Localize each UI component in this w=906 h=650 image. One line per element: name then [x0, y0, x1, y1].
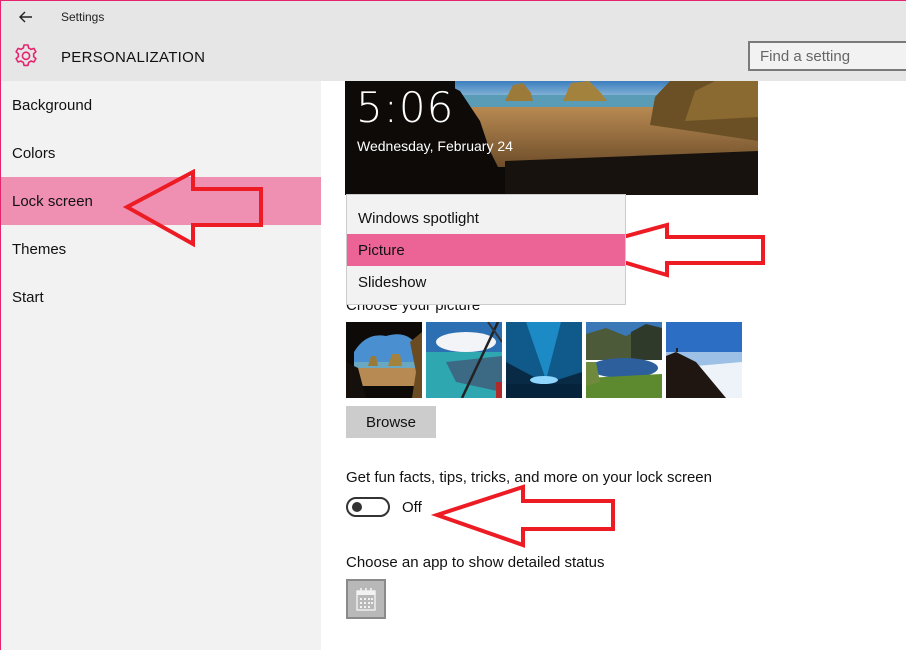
page-title: PERSONALIZATION [61, 49, 206, 66]
fun-facts-toggle[interactable] [346, 497, 390, 517]
back-button[interactable] [15, 7, 37, 27]
picture-thumbnails [346, 322, 746, 398]
content-pane: 5:06 Wednesday, February 24 Windows spot… [321, 81, 906, 650]
detailed-status-app-button[interactable] [346, 579, 386, 619]
sidebar-item-label: Lock screen [12, 193, 93, 210]
dropdown-option-label: Slideshow [358, 274, 427, 291]
fun-facts-label: Get fun facts, tips, tricks, and more on… [346, 469, 712, 486]
dropdown-option-slideshow[interactable]: Slideshow [347, 266, 625, 298]
sidebar-item-themes[interactable]: Themes [1, 225, 321, 273]
app-title: Settings [61, 10, 105, 24]
preview-date: Wednesday, February 24 [357, 138, 513, 154]
sidebar-item-label: Start [12, 289, 44, 306]
sidebar-item-background[interactable]: Background [1, 81, 321, 129]
background-dropdown-menu[interactable]: Windows spotlight Picture Slideshow [346, 194, 626, 305]
fun-facts-toggle-state: Off [402, 499, 422, 516]
sidebar-item-lock-screen[interactable]: Lock screen [1, 177, 321, 225]
lock-screen-preview: 5:06 Wednesday, February 24 [345, 81, 758, 195]
back-arrow-icon [19, 11, 32, 23]
dropdown-option-windows-spotlight[interactable]: Windows spotlight [347, 202, 625, 234]
page-header: PERSONALIZATION [1, 33, 906, 81]
sidebar-item-start[interactable]: Start [1, 273, 321, 321]
thumbnail-cave-beach[interactable] [346, 322, 422, 398]
thumbnail-window-sea[interactable] [426, 322, 502, 398]
sidebar-item-label: Background [12, 97, 93, 114]
dropdown-option-label: Picture [358, 242, 405, 259]
preview-clock: 5:06 [356, 83, 455, 132]
sidebar-item-colors[interactable]: Colors [1, 129, 321, 177]
sidebar: Background Colors Lock screen Themes Sta… [1, 81, 321, 650]
thumbnail-ice-cave[interactable] [506, 322, 582, 398]
detailed-status-label: Choose an app to show detailed status [346, 554, 605, 571]
dropdown-option-picture[interactable]: Picture [347, 234, 625, 266]
title-bar: Settings [1, 1, 906, 33]
sidebar-item-label: Themes [12, 241, 67, 258]
thumbnail-hill-clouds[interactable] [666, 322, 742, 398]
dropdown-option-label: Windows spotlight [358, 210, 479, 227]
sidebar-item-label: Colors [12, 145, 56, 162]
gear-icon [15, 44, 37, 67]
settings-window: Settings PERSONALIZATION Background Colo… [0, 0, 906, 650]
toggle-knob [352, 502, 362, 512]
search-input[interactable] [748, 41, 906, 71]
thumbnail-mountain-lake[interactable] [586, 322, 662, 398]
browse-button[interactable]: Browse [346, 406, 436, 438]
calendar-icon [356, 588, 376, 611]
